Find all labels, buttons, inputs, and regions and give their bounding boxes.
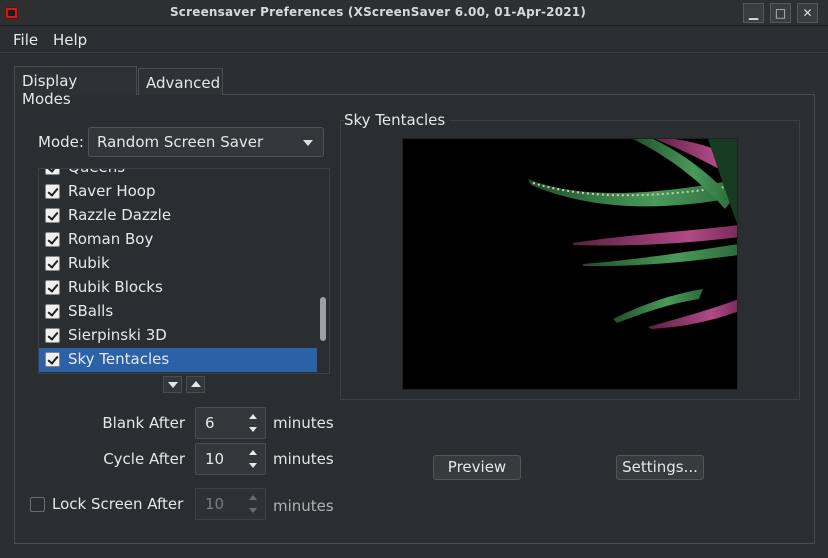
- enable-checkbox[interactable]: [45, 232, 60, 247]
- tab-advanced[interactable]: Advanced: [138, 68, 223, 95]
- move-down-button[interactable]: [163, 376, 182, 393]
- maximize-button[interactable]: □: [770, 3, 791, 23]
- decrement-icon[interactable]: [249, 463, 257, 468]
- arrow-up-icon: [191, 381, 201, 387]
- list-item[interactable]: SBalls: [39, 300, 317, 324]
- enable-checkbox[interactable]: [45, 352, 60, 367]
- chevron-down-icon: [303, 140, 313, 146]
- blank-after-value[interactable]: 6: [205, 414, 215, 432]
- list-item-label: Sierpinski 3D: [68, 326, 167, 344]
- decrement-icon[interactable]: [249, 427, 257, 432]
- list-item-label: Rubik Blocks: [68, 278, 163, 296]
- screensaver-list[interactable]: Queens Raver Hoop Razzle Dazzle Roman Bo…: [38, 168, 330, 374]
- tab-display-modes[interactable]: Display Modes: [14, 66, 137, 108]
- blank-after-unit: minutes: [273, 414, 334, 432]
- list-item-label: Sky Tentacles: [68, 350, 170, 368]
- list-item-label: Razzle Dazzle: [68, 206, 172, 224]
- cycle-after-value[interactable]: 10: [205, 450, 224, 468]
- menu-bar: File Help: [0, 27, 828, 53]
- preview-button[interactable]: Preview: [433, 455, 521, 480]
- close-button[interactable]: ✕: [797, 3, 818, 23]
- move-up-button[interactable]: [186, 376, 205, 393]
- list-scrollbar[interactable]: [317, 169, 329, 373]
- preview-title: Sky Tentacles: [344, 111, 450, 129]
- lock-after-value: 10: [205, 495, 225, 513]
- list-item[interactable]: Queens: [39, 169, 317, 180]
- list-item-label: Roman Boy: [68, 230, 154, 248]
- settings-button[interactable]: Settings...: [616, 455, 704, 480]
- decrement-icon: [249, 508, 257, 513]
- cycle-after-label: Cycle After: [103, 450, 185, 468]
- arrow-down-icon: [168, 382, 178, 388]
- list-item[interactable]: Roman Boy: [39, 228, 317, 252]
- increment-icon[interactable]: [249, 414, 257, 419]
- list-item-label: SBalls: [68, 302, 114, 320]
- cycle-after-unit: minutes: [273, 450, 334, 468]
- enable-checkbox[interactable]: [45, 208, 60, 223]
- lock-screen-label: Lock Screen After: [52, 495, 184, 513]
- list-item-selected[interactable]: Sky Tentacles: [39, 348, 317, 372]
- window-title: Screensaver Preferences (XScreenSaver 6.…: [169, 5, 587, 19]
- lock-after-unit: minutes: [273, 497, 334, 515]
- list-item[interactable]: Rubik Blocks: [39, 276, 317, 300]
- lock-after-stepper: 10: [195, 488, 266, 520]
- mode-selected-value: Random Screen Saver: [97, 133, 264, 151]
- enable-checkbox[interactable]: [45, 169, 60, 175]
- mode-label: Mode:: [38, 133, 84, 151]
- title-bar: Screensaver Preferences (XScreenSaver 6.…: [0, 0, 828, 26]
- blank-after-stepper[interactable]: 6: [195, 407, 266, 439]
- preview-canvas: [402, 138, 738, 390]
- tentacles-illustration: [528, 139, 737, 329]
- list-item[interactable]: Raver Hoop: [39, 180, 317, 204]
- increment-icon[interactable]: [249, 450, 257, 455]
- lock-screen-checkbox[interactable]: [30, 497, 45, 512]
- enable-checkbox[interactable]: [45, 280, 60, 295]
- cycle-after-stepper[interactable]: 10: [195, 443, 266, 475]
- list-item-label: Raver Hoop: [68, 182, 156, 200]
- mode-dropdown[interactable]: Random Screen Saver: [88, 127, 324, 157]
- scrollbar-thumb[interactable]: [320, 297, 326, 341]
- minimize-button[interactable]: ▁: [743, 3, 764, 23]
- list-item[interactable]: Razzle Dazzle: [39, 204, 317, 228]
- list-item-label: Queens: [68, 169, 125, 176]
- blank-after-label: Blank After: [102, 414, 185, 432]
- enable-checkbox[interactable]: [45, 184, 60, 199]
- enable-checkbox[interactable]: [45, 328, 60, 343]
- list-item[interactable]: Sierpinski 3D: [39, 324, 317, 348]
- enable-checkbox[interactable]: [45, 256, 60, 271]
- list-item[interactable]: Rubik: [39, 252, 317, 276]
- menu-help[interactable]: Help: [53, 31, 87, 49]
- menu-file[interactable]: File: [13, 31, 38, 49]
- list-item-label: Rubik: [68, 254, 110, 272]
- increment-icon: [249, 495, 257, 500]
- enable-checkbox[interactable]: [45, 304, 60, 319]
